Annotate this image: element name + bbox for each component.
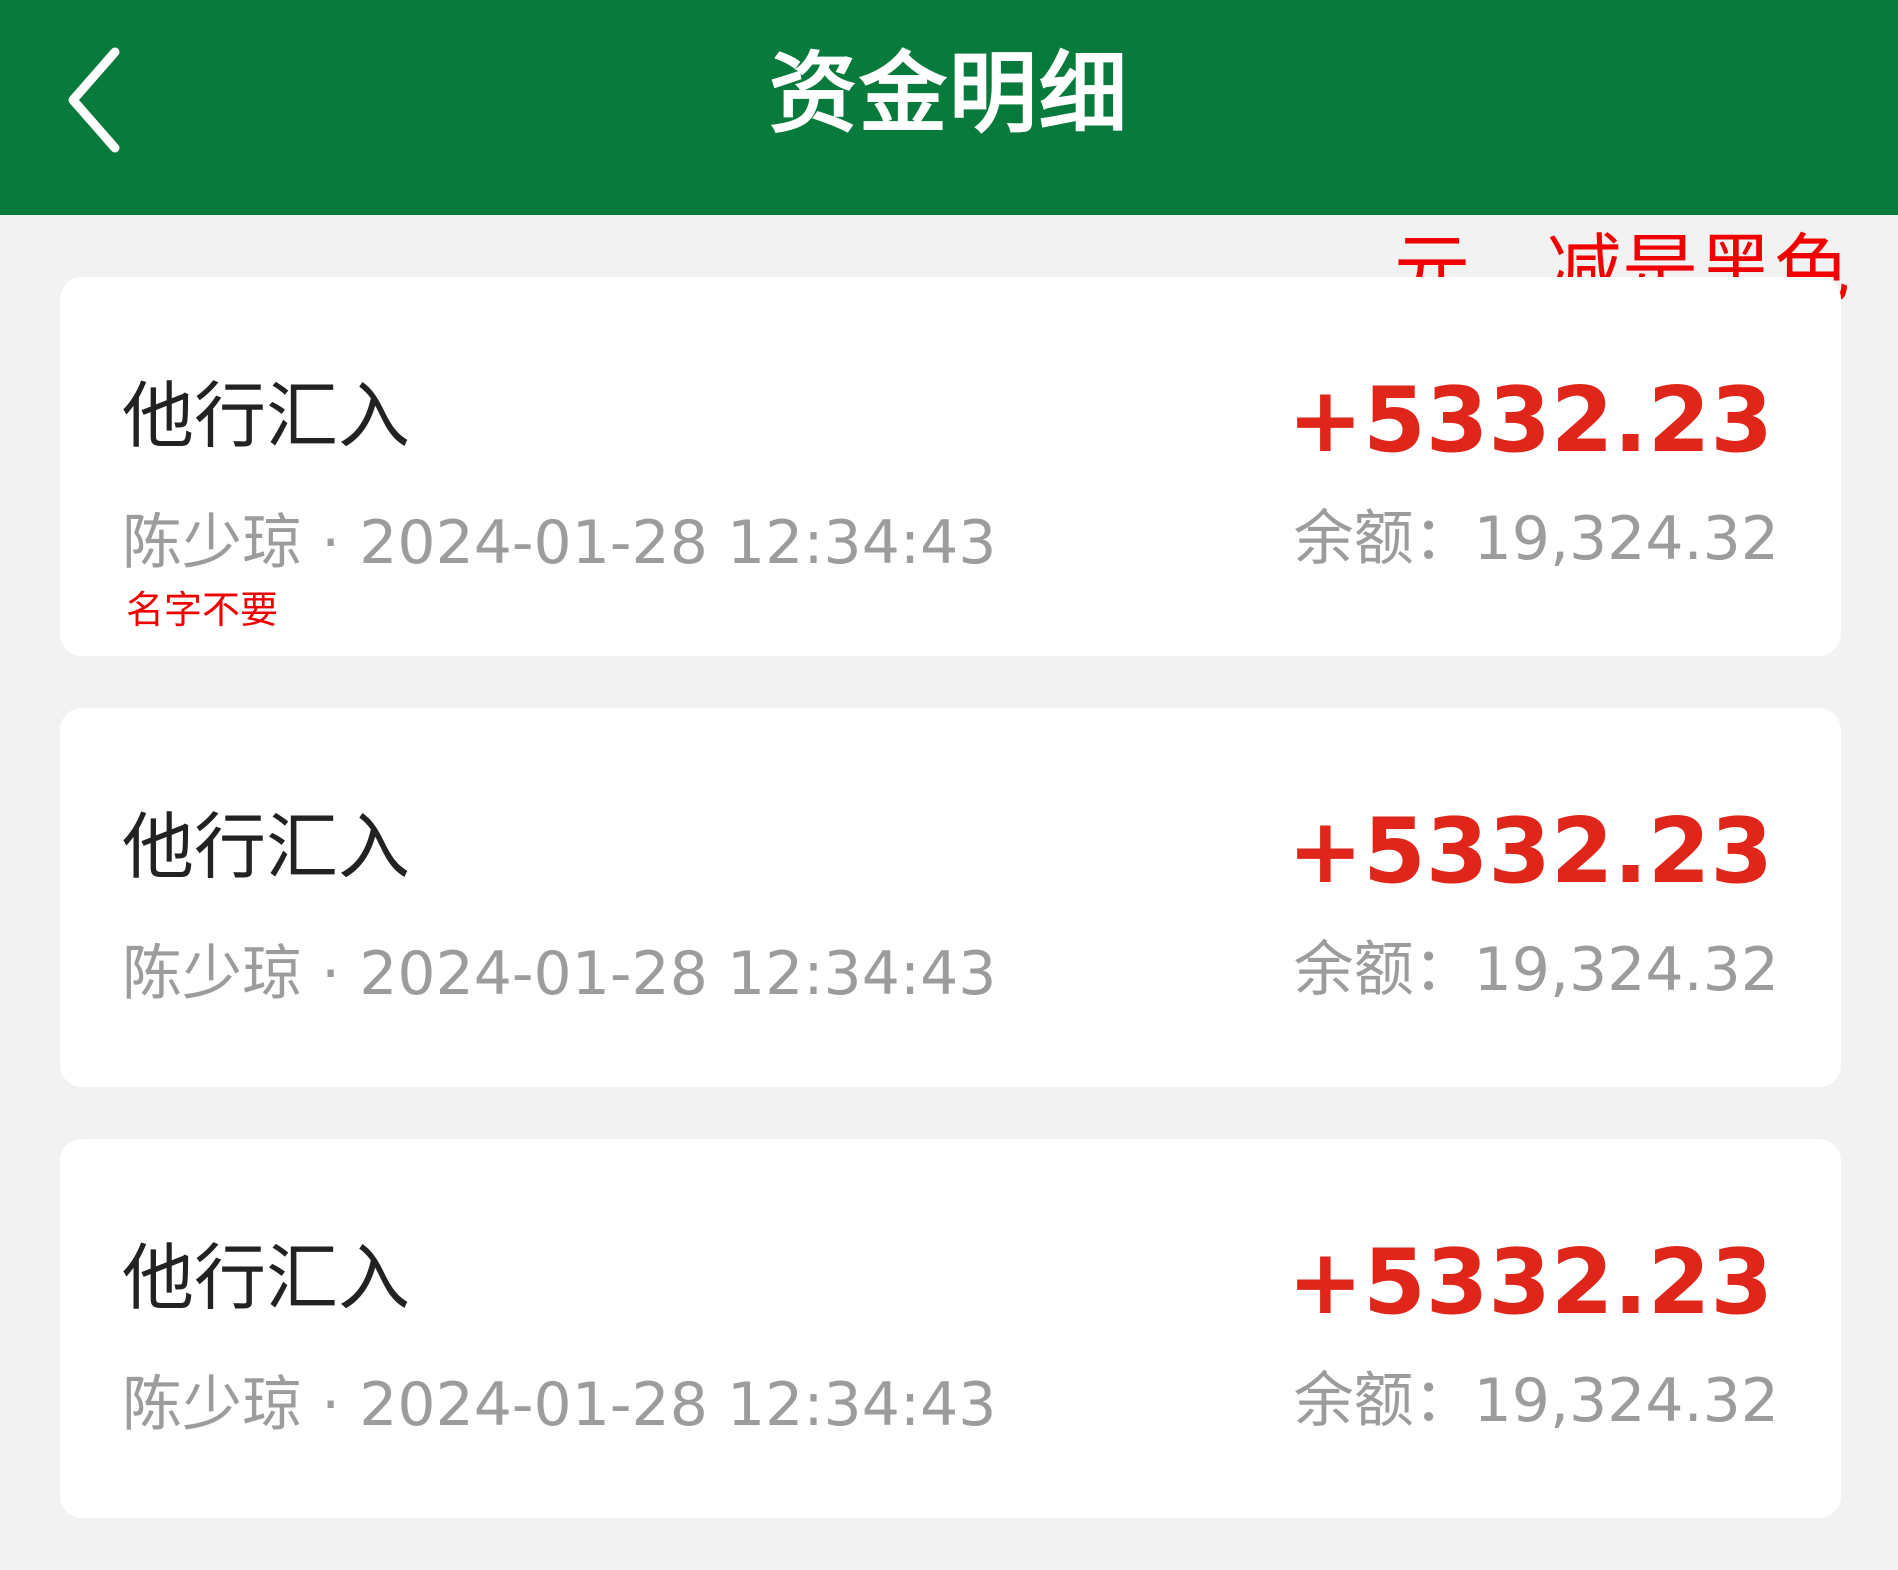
- transaction-card[interactable]: 他行汇入 陈少琼 · 2024-01-28 12:34:43 +5332.23 …: [60, 1139, 1841, 1518]
- transaction-title: 他行汇入: [122, 805, 411, 889]
- transaction-amount: +5332.23: [1287, 1230, 1773, 1335]
- transaction-meta: 陈少琼 · 2024-01-28 12:34:43: [122, 1370, 997, 1440]
- transaction-card[interactable]: 他行汇入 陈少琼 · 2024-01-28 12:34:43 +5332.23 …: [60, 277, 1841, 656]
- transaction-balance: 余额：19,324.32: [1293, 935, 1779, 1005]
- transaction-meta: 陈少琼 · 2024-01-28 12:34:43: [122, 939, 997, 1009]
- app-header: 资金明细: [0, 0, 1898, 215]
- transaction-title: 他行汇入: [122, 1236, 411, 1320]
- transaction-amount: +5332.23: [1287, 368, 1773, 473]
- transaction-card[interactable]: 他行汇入 陈少琼 · 2024-01-28 12:34:43 +5332.23 …: [60, 708, 1841, 1087]
- transaction-meta: 陈少琼 · 2024-01-28 12:34:43: [122, 508, 997, 578]
- transaction-amount: +5332.23: [1287, 799, 1773, 904]
- transaction-title: 他行汇入: [122, 374, 411, 458]
- transaction-balance: 余额：19,324.32: [1293, 504, 1779, 574]
- transaction-balance: 余额：19,324.32: [1293, 1366, 1779, 1436]
- page-title: 资金明细: [768, 42, 1129, 145]
- annotation-note-name: 名字不要: [126, 588, 279, 632]
- transaction-list: 他行汇入 陈少琼 · 2024-01-28 12:34:43 +5332.23 …: [60, 277, 1841, 1518]
